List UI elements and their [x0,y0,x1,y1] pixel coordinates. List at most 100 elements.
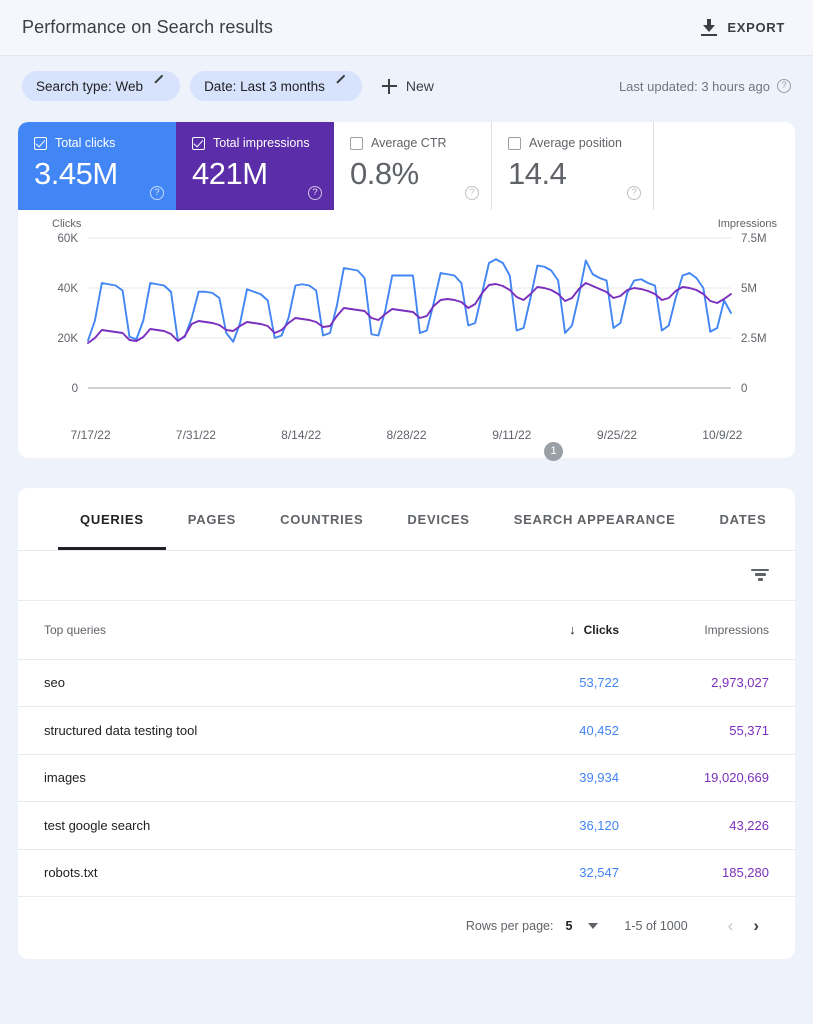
cell-query: structured data testing tool [18,707,495,755]
table-row[interactable]: robots.txt 32,547 185,280 [18,849,795,897]
timeseries-chart: Clicks Impressions 0 0 20K 2.5M 40K 5M 60K 7.5M… [18,210,795,450]
filter-icon[interactable] [751,569,769,583]
new-filter-label: New [406,78,434,94]
last-updated: Last updated: 3 hours ago ? [619,79,791,94]
metric-header: Average CTR [350,136,475,150]
svg-text:0: 0 [741,383,747,395]
cell-query: seo [18,659,495,707]
tab-devices[interactable]: DEVICES [385,488,491,550]
previous-page-button[interactable]: ‹ [718,916,744,936]
chip-label: Search type: Web [36,79,143,94]
tab-countries[interactable]: COUNTRIES [258,488,385,550]
download-icon [701,19,717,36]
help-icon[interactable]: ? [777,79,791,93]
metric-label: Total clicks [55,136,115,150]
last-updated-label: Last updated: 3 hours ago [619,79,770,94]
metric-value: 0.8% [350,156,475,192]
pencil-icon [153,80,166,93]
help-icon[interactable]: ? [627,186,641,200]
column-header-top-queries[interactable]: Top queries [18,601,495,659]
cell-impressions: 2,973,027 [645,659,795,707]
filter-chip-date[interactable]: Date: Last 3 months [190,71,362,101]
metric-header: Total clicks [34,136,160,150]
x-tick-label: 8/28/22 [354,428,459,442]
tab-search-appearance[interactable]: SEARCH APPEARANCE [492,488,698,550]
rows-per-page-label: Rows per page: [466,919,554,933]
metric-label: Total impressions [213,136,310,150]
chart-annotation-marker[interactable]: 1 [544,442,563,461]
metric-label: Average CTR [371,136,447,150]
rows-per-page-value[interactable]: 5 [565,919,572,933]
svg-text:20K: 20K [58,333,79,345]
next-page-button[interactable]: › [743,916,769,936]
filter-chip-search-type[interactable]: Search type: Web [22,71,180,101]
chevron-down-icon[interactable] [588,923,598,929]
metric-card-average-ctr[interactable]: Average CTR 0.8% ? [334,122,492,210]
x-tick-label: 9/25/22 [564,428,669,442]
table-body: seo 53,722 2,973,027 structured data tes… [18,659,795,897]
tab-dates[interactable]: DATES [698,488,789,550]
cell-clicks: 53,722 [495,659,645,707]
checkbox-total-clicks[interactable] [34,137,47,150]
metric-card-average-position[interactable]: Average position 14.4 ? [492,122,654,210]
pagination-controls: Rows per page: 5 1-5 of 1000 ‹ › [18,897,795,955]
x-tick-label: 9/11/22 [459,428,564,442]
metric-label: Average position [529,136,622,150]
export-button[interactable]: EXPORT [695,15,791,40]
cell-query: test google search [18,802,495,850]
help-icon[interactable]: ? [308,186,322,200]
metric-card-total-impressions[interactable]: Total impressions 421M ? [176,122,334,210]
sort-descending-icon: ↓ [569,622,576,637]
chip-label: Date: Last 3 months [204,79,325,94]
table-row[interactable]: images 39,934 19,020,669 [18,754,795,802]
table-head: Top queries ↓ Clicks Impressions [18,601,795,659]
checkbox-average-position[interactable] [508,137,521,150]
tab-queries[interactable]: QUERIES [58,488,166,550]
column-header-clicks[interactable]: ↓ Clicks [495,601,645,659]
svg-text:40K: 40K [58,283,79,295]
column-header-impressions[interactable]: Impressions [645,601,795,659]
table-row[interactable]: structured data testing tool 40,452 55,3… [18,707,795,755]
x-tick-label: 7/31/22 [143,428,248,442]
plus-icon [382,79,397,94]
metric-header: Average position [508,136,637,150]
metric-card-total-clicks[interactable]: Total clicks 3.45M ? [18,122,176,210]
table-header-row: Top queries ↓ Clicks Impressions [18,601,795,659]
svg-text:7.5M: 7.5M [741,233,767,245]
cell-query: images [18,754,495,802]
dimension-tabs: QUERIES PAGES COUNTRIES DEVICES SEARCH A… [18,488,795,550]
svg-text:2.5M: 2.5M [741,333,767,345]
svg-text:60K: 60K [58,233,79,245]
x-axis-labels: 7/17/22 7/31/22 8/14/22 8/28/22 9/11/22 … [18,428,795,442]
new-filter-button[interactable]: New [372,71,444,101]
table-filter-row [18,551,795,601]
svg-text:0: 0 [72,383,78,395]
cell-query: robots.txt [18,849,495,897]
x-tick-label: 10/9/22 [670,428,775,442]
help-icon[interactable]: ? [150,186,164,200]
metric-header: Total impressions [192,136,318,150]
table-row[interactable]: test google search 36,120 43,226 [18,802,795,850]
app-header: Performance on Search results EXPORT [0,0,813,56]
metric-value: 14.4 [508,156,637,192]
cell-impressions: 43,226 [645,802,795,850]
pencil-icon [335,80,348,93]
left-axis-title: Clicks [52,218,81,230]
svg-text:5M: 5M [741,283,757,295]
right-axis-title: Impressions [718,218,777,230]
checkbox-average-ctr[interactable] [350,137,363,150]
cell-impressions: 185,280 [645,849,795,897]
chart-plot-area: 0 0 20K 2.5M 40K 5M 60K 7.5M [18,224,795,424]
metric-value: 421M [192,156,318,192]
cell-clicks: 39,934 [495,754,645,802]
table-row[interactable]: seo 53,722 2,973,027 [18,659,795,707]
export-label: EXPORT [727,20,785,35]
page-title: Performance on Search results [22,17,273,38]
cell-clicks: 36,120 [495,802,645,850]
performance-chart-panel: Total clicks 3.45M ? Total impressions 4… [18,122,795,458]
checkbox-total-impressions[interactable] [192,137,205,150]
filter-bar: Search type: Web Date: Last 3 months New… [0,56,813,116]
tab-pages[interactable]: PAGES [166,488,258,550]
x-tick-label: 7/17/22 [38,428,143,442]
help-icon[interactable]: ? [465,186,479,200]
